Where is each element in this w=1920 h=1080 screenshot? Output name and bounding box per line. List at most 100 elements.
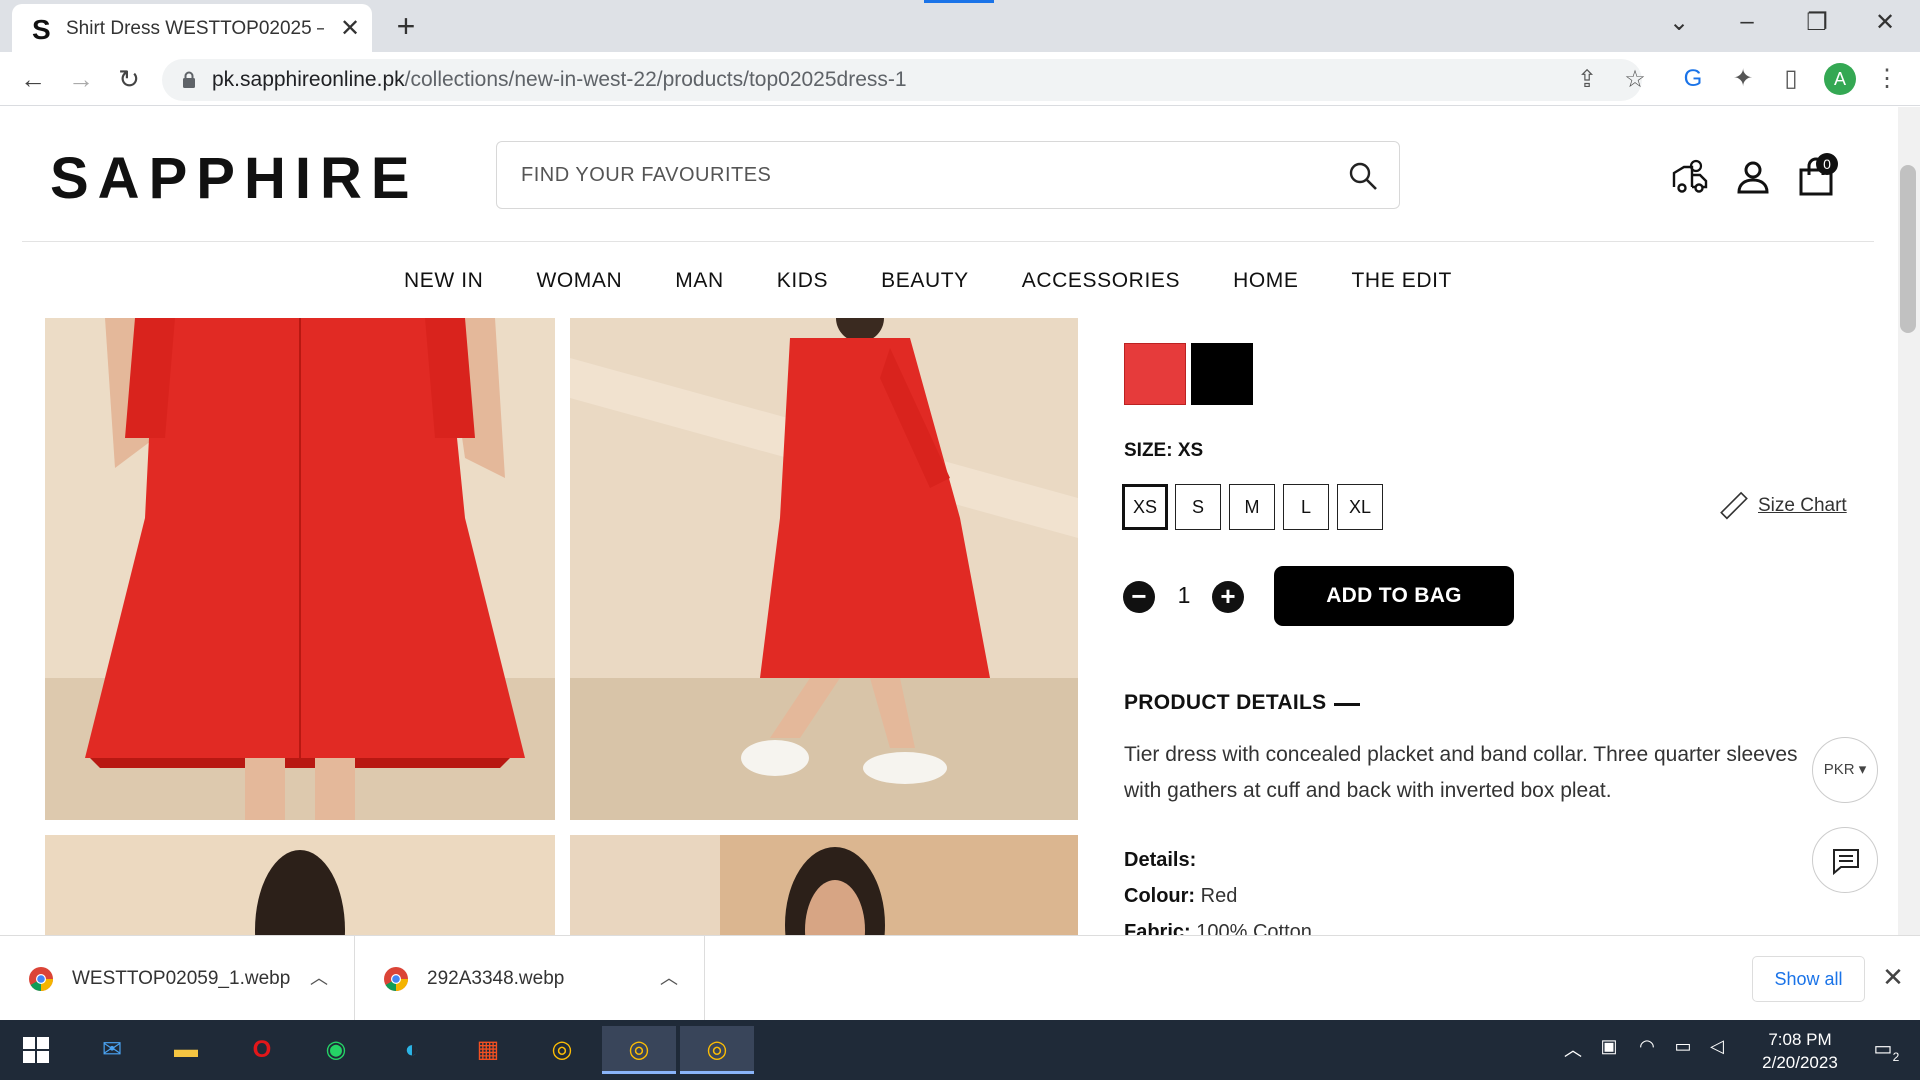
device-icon[interactable]: ▣: [1596, 1036, 1622, 1062]
delivery-tracking-icon[interactable]: [1670, 157, 1710, 197]
product-image-front[interactable]: [45, 318, 555, 820]
back-button[interactable]: ←: [16, 62, 50, 96]
chevron-up-icon[interactable]: ︿: [660, 964, 678, 990]
colour-detail: Colour: Red: [1124, 885, 1424, 911]
account-icon[interactable]: [1733, 157, 1773, 197]
system-clock[interactable]: 7:08 PM 2/20/2023: [1730, 1028, 1870, 1074]
tab-title: Shirt Dress WESTTOP02025 – Sapphire: [66, 18, 324, 39]
chrome-icon: [29, 967, 53, 991]
volume-icon[interactable]: ◁: [1704, 1036, 1730, 1062]
search-box[interactable]: [496, 141, 1400, 209]
extensions-icon[interactable]: ✦: [1726, 62, 1760, 96]
model-back-illustration: [45, 835, 555, 935]
product-image-closeup[interactable]: [570, 835, 1078, 935]
whatsapp-icon[interactable]: ◉: [312, 1026, 360, 1074]
size-option-s[interactable]: S: [1175, 484, 1221, 530]
windows-start-icon[interactable]: [12, 1026, 60, 1074]
currency-selector[interactable]: PKR ▾: [1812, 737, 1878, 803]
minimize-button[interactable]: –: [1724, 8, 1770, 42]
product-image-side[interactable]: [570, 318, 1078, 820]
dress-side-illustration: [570, 318, 1078, 820]
browser-tab[interactable]: S Shirt Dress WESTTOP02025 – Sapphire ✕: [12, 4, 372, 52]
battery-icon[interactable]: ▭: [1670, 1036, 1696, 1062]
product-image-back[interactable]: [45, 835, 555, 935]
bookmark-star-icon[interactable]: ☆: [1618, 63, 1652, 97]
tray-overflow-icon[interactable]: ︿: [1560, 1036, 1586, 1062]
share-icon[interactable]: ⇪: [1570, 63, 1604, 97]
file-explorer-icon[interactable]: ▬: [162, 1026, 210, 1074]
search-icon[interactable]: [1347, 160, 1379, 192]
nav-accessories[interactable]: ACCESSORIES: [1022, 269, 1180, 305]
wifi-icon[interactable]: ◠: [1634, 1036, 1660, 1062]
fabric-value: 100% Cotton: [1196, 921, 1312, 935]
download-item[interactable]: WESTTOP02059_1.webp ︿: [0, 936, 355, 1021]
clock-date: 2/20/2023: [1762, 1053, 1838, 1072]
browser-tab-strip: S Shirt Dress WESTTOP02025 – Sapphire ✕ …: [0, 0, 1920, 52]
size-option-l[interactable]: L: [1283, 484, 1329, 530]
url-text[interactable]: pk.sapphireonline.pk/collections/new-in-…: [212, 68, 1312, 92]
product-details-heading[interactable]: PRODUCT DETAILS: [1124, 691, 1424, 719]
color-swatch-black[interactable]: [1191, 343, 1253, 405]
nav-man[interactable]: MAN: [675, 269, 723, 305]
nav-kids[interactable]: KIDS: [777, 269, 828, 305]
nav-home[interactable]: HOME: [1233, 269, 1298, 305]
cart-count-badge: 0: [1816, 153, 1838, 175]
collapse-minus-icon[interactable]: [1334, 703, 1360, 706]
restore-button[interactable]: ❐: [1794, 8, 1840, 42]
nav-beauty[interactable]: BEAUTY: [881, 269, 969, 305]
nav-woman[interactable]: WOMAN: [536, 269, 622, 305]
search-input[interactable]: [521, 160, 1301, 190]
clock-time: 7:08 PM: [1768, 1030, 1832, 1049]
downloads-bar: WESTTOP02059_1.webp ︿ 292A3348.webp ︿ Sh…: [0, 935, 1920, 1021]
currency-label: PKR: [1823, 761, 1855, 778]
chrome-profile-m-icon[interactable]: ◎: [680, 1026, 754, 1074]
downloads-close-icon[interactable]: ✕: [1878, 962, 1908, 992]
translate-icon[interactable]: G: [1676, 62, 1710, 96]
colour-label: Colour:: [1124, 885, 1196, 907]
tab-loading-indicator: [924, 0, 994, 3]
address-bar[interactable]: pk.sapphireonline.pk/collections/new-in-…: [162, 59, 1646, 101]
quantity-increase-button[interactable]: +: [1212, 581, 1244, 613]
profile-avatar[interactable]: A: [1824, 63, 1856, 95]
forward-button[interactable]: →: [64, 62, 98, 96]
size-option-xs[interactable]: XS: [1122, 484, 1168, 530]
details-label: Details:: [1124, 849, 1197, 871]
url-path: /collections/new-in-west-22/products/top…: [404, 68, 907, 91]
side-panel-icon[interactable]: ▯: [1774, 62, 1808, 96]
model-closeup-illustration: [570, 835, 1078, 935]
chrome-taskbar-icon[interactable]: ◎: [538, 1026, 586, 1074]
reload-button[interactable]: ↻: [112, 62, 146, 96]
opera-icon[interactable]: O: [238, 1026, 286, 1074]
quantity-value: 1: [1177, 582, 1191, 608]
color-swatch-red[interactable]: [1124, 343, 1186, 405]
browser-menu-icon[interactable]: ⋮: [1870, 62, 1904, 96]
add-to-bag-button[interactable]: ADD TO BAG: [1274, 566, 1514, 626]
scrollbar-thumb[interactable]: [1900, 165, 1916, 333]
chrome-profile-a-icon[interactable]: ◎: [602, 1026, 676, 1074]
tab-close-icon[interactable]: ✕: [338, 14, 362, 42]
lock-icon: [183, 71, 195, 88]
nav-the-edit[interactable]: THE EDIT: [1352, 269, 1452, 305]
show-all-downloads-button[interactable]: Show all: [1752, 956, 1865, 1002]
site-logo[interactable]: SAPPHIRE: [50, 145, 410, 211]
nav-new-in[interactable]: NEW IN: [404, 269, 483, 305]
new-tab-button[interactable]: +: [390, 8, 422, 44]
main-navigation: NEW IN WOMAN MAN KIDS BEAUTY ACCESSORIES…: [404, 269, 1504, 305]
tab-search-icon[interactable]: ⌄: [1656, 8, 1702, 42]
web-page: SAPPHIRE 0 NEW IN WOMAN MAN KIDS BEAUTY …: [0, 107, 1900, 935]
fabric-label: Fabric:: [1124, 921, 1191, 935]
download-item[interactable]: 292A3348.webp ︿: [355, 936, 705, 1021]
size-option-m[interactable]: M: [1229, 484, 1275, 530]
size-option-xl[interactable]: XL: [1337, 484, 1383, 530]
colour-value: Red: [1200, 885, 1238, 907]
store-icon[interactable]: ▦: [464, 1026, 512, 1074]
size-chart-link[interactable]: Size Chart: [1718, 491, 1858, 521]
chevron-up-icon[interactable]: ︿: [310, 964, 328, 990]
edge-icon[interactable]: ◐: [388, 1026, 436, 1074]
windows-taskbar: ✉ ▬ O ◉ ◐ ▦ ◎ ◎ ◎ ︿ ▣ ◠ ▭ ◁ 7:08 PM 2/20…: [0, 1020, 1920, 1080]
chrome-icon: [384, 967, 408, 991]
chat-button[interactable]: [1812, 827, 1878, 893]
quantity-decrease-button[interactable]: −: [1123, 581, 1155, 613]
mail-icon[interactable]: ✉: [88, 1026, 136, 1074]
window-close-button[interactable]: ✕: [1862, 8, 1908, 42]
